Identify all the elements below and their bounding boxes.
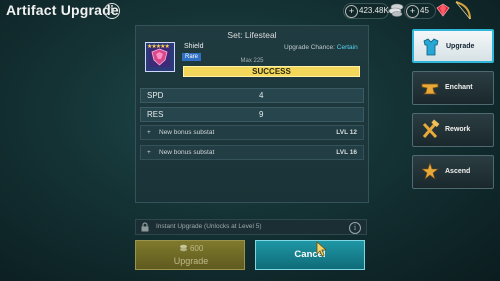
add-gems-icon[interactable]: + <box>406 5 419 18</box>
tab-ascend-label: Ascend <box>445 168 471 175</box>
armor-icon <box>423 38 439 56</box>
tab-rework[interactable]: Rework <box>412 113 494 147</box>
anvil-icon <box>421 83 439 95</box>
plus-icon: + <box>147 129 151 136</box>
max-level: Max 225 <box>240 58 264 64</box>
bow-icon <box>455 1 471 20</box>
stat-row-spd: SPD 4 <box>140 88 364 103</box>
silver-coins-icon <box>388 3 404 17</box>
top-bar: Artifact Upgrade i + 423.48K + 45 <box>0 0 500 22</box>
silver-coins-icon <box>179 244 187 252</box>
substat-label: New bonus substat <box>159 129 215 136</box>
lock-icon <box>141 222 149 232</box>
substat-row: + New bonus substat LVL 12 <box>140 125 364 140</box>
silver-amount: 423.48K <box>359 6 389 15</box>
upgrade-cost: 600 <box>136 244 246 253</box>
stat-name: RES <box>147 110 164 119</box>
upgrade-cost-value: 600 <box>189 244 204 253</box>
page-title: Artifact Upgrade <box>6 2 119 18</box>
artifact-panel: Set: Lifesteal ★★★★★ Shield Rare Upgrade… <box>135 25 369 203</box>
info-icon[interactable]: i <box>349 222 361 234</box>
substat-level: LVL 16 <box>336 149 357 156</box>
tab-upgrade[interactable]: Upgrade <box>412 29 494 63</box>
cursor-icon <box>316 241 328 257</box>
substat-label: New bonus substat <box>159 149 215 156</box>
plus-icon: + <box>147 149 151 156</box>
success-bar: SUCCESS <box>183 66 360 77</box>
upgrade-button[interactable]: 600 Upgrade <box>135 240 245 270</box>
stat-name: SPD <box>147 91 164 100</box>
instant-upgrade-row: Instant Upgrade (Unlocks at Level 5) i <box>135 219 367 235</box>
cancel-button[interactable]: Cancel <box>255 240 365 270</box>
upgrade-chance-value: Certain <box>336 44 358 51</box>
upgrade-chance-label: Upgrade Chance: <box>284 44 335 51</box>
ascend-icon <box>421 162 439 180</box>
tab-enchant-label: Enchant <box>445 84 473 91</box>
tab-enchant[interactable]: Enchant <box>412 71 494 105</box>
gem-icon <box>436 3 450 17</box>
gem-amount: 45 <box>420 6 429 15</box>
hammer-wrench-icon <box>422 119 440 139</box>
artifact-name: Shield <box>184 43 204 50</box>
stat-value: 4 <box>259 91 264 100</box>
tab-ascend[interactable]: Ascend <box>412 155 494 189</box>
add-silver-icon[interactable]: + <box>345 5 358 18</box>
gem-counter[interactable]: + 45 <box>404 3 436 19</box>
info-icon[interactable]: i <box>104 3 120 19</box>
tab-rework-label: Rework <box>445 126 471 133</box>
rank-stars: ★★★★★ <box>147 44 170 50</box>
stat-row-res: RES 9 <box>140 107 364 122</box>
upgrade-button-label: Upgrade <box>173 256 209 266</box>
silver-counter[interactable]: + 423.48K <box>343 3 389 19</box>
set-title: Set: Lifesteal <box>227 30 277 40</box>
substat-level: LVL 12 <box>336 129 357 136</box>
tab-upgrade-label: Upgrade <box>446 43 475 50</box>
instant-upgrade-label: Instant Upgrade (Unlocks at Level 5) <box>156 223 262 230</box>
substat-row: + New bonus substat LVL 16 <box>140 145 364 160</box>
stat-value: 9 <box>259 110 264 119</box>
upgrade-chance: Upgrade Chance: Certain <box>284 44 358 51</box>
